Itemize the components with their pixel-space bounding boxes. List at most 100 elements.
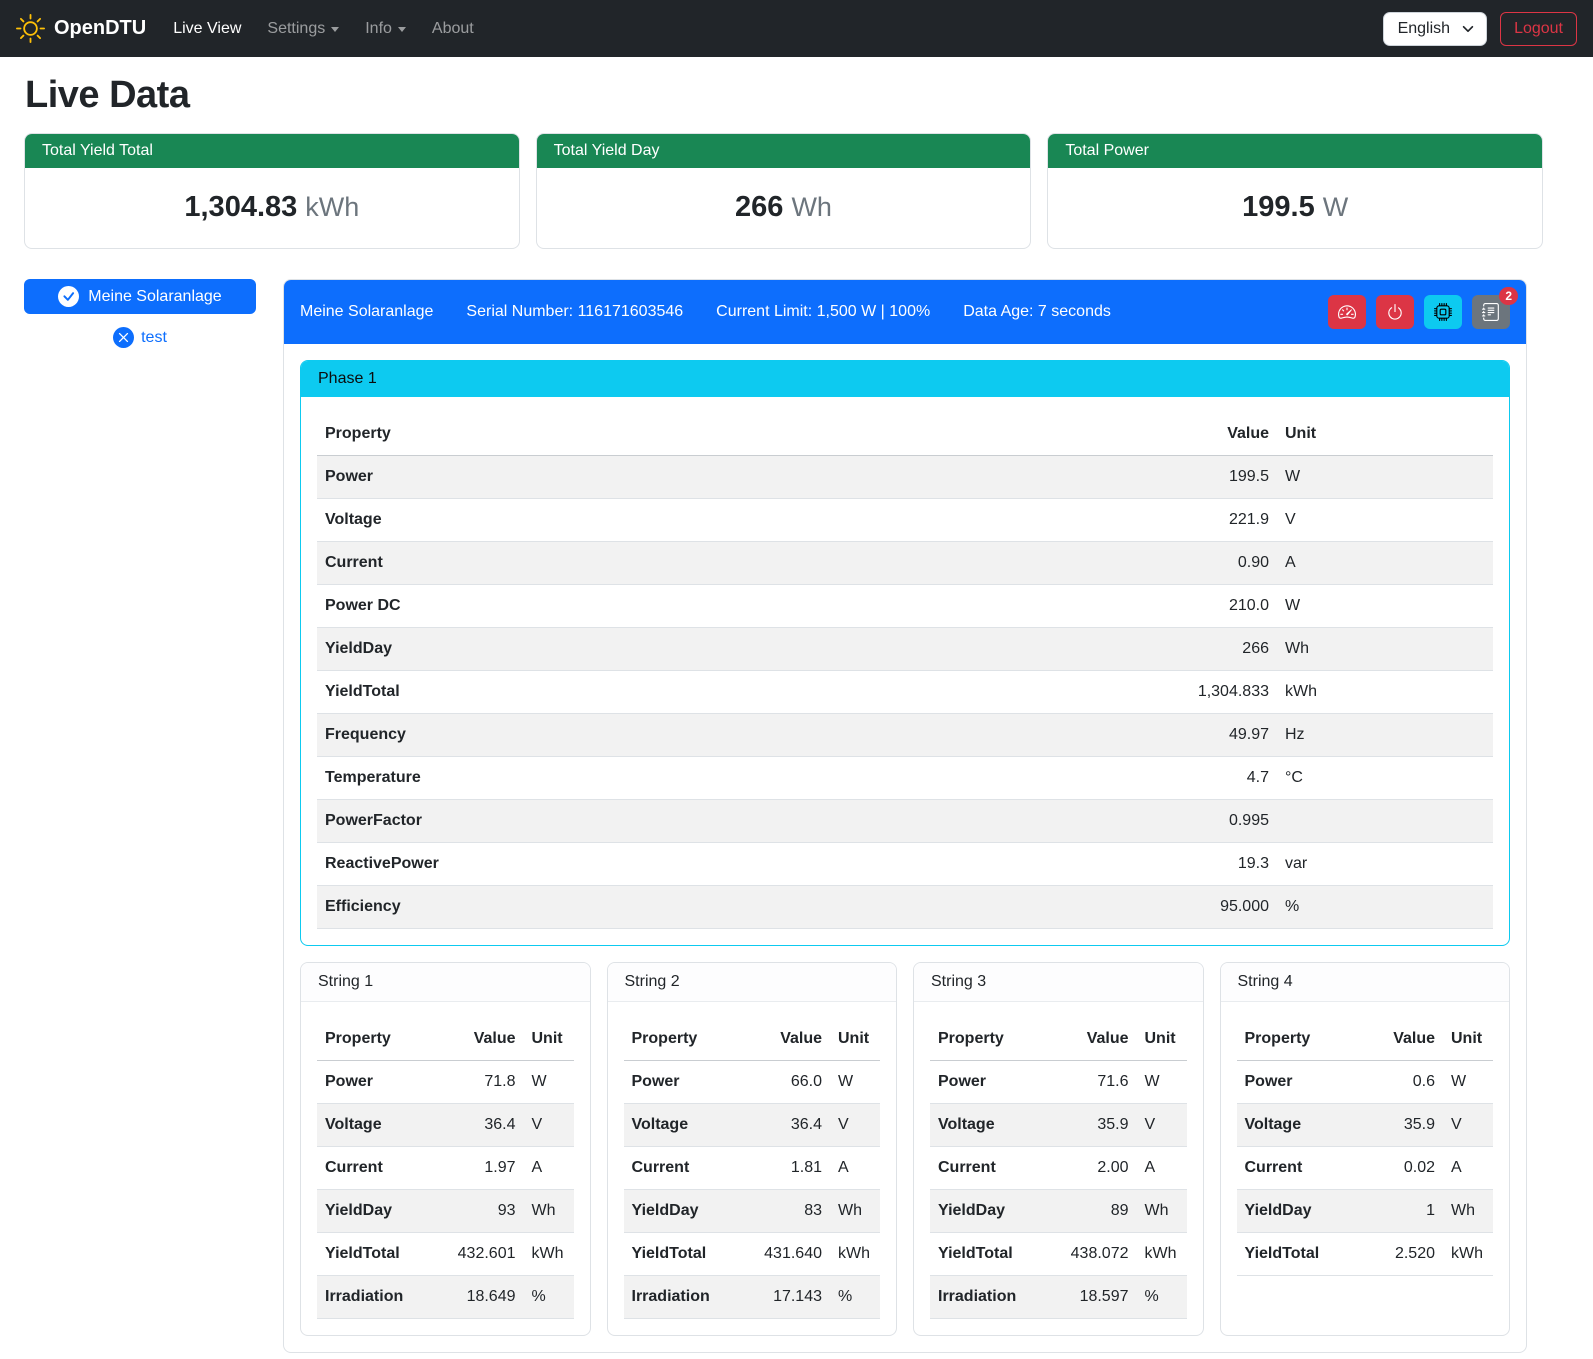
table-row: Frequency49.97Hz bbox=[317, 714, 1493, 757]
unit-cell: kWh bbox=[1137, 1233, 1187, 1276]
value-cell: 71.8 bbox=[440, 1061, 524, 1104]
summary-card-unit: Wh bbox=[791, 192, 832, 222]
string-data-table: PropertyValueUnitPower0.6WVoltage35.9VCu… bbox=[1237, 1018, 1494, 1276]
table-row: YieldTotal2.520kWh bbox=[1237, 1233, 1494, 1276]
string-card-3: String 3 PropertyValueUnitPower71.6WVolt… bbox=[913, 962, 1204, 1336]
string-card-title: String 4 bbox=[1221, 963, 1510, 1002]
main-nav: Live View Settings Info About bbox=[160, 12, 487, 46]
phase-data-table: PropertyValueUnitPower199.5WVoltage221.9… bbox=[317, 413, 1493, 929]
string-card-4: String 4 PropertyValueUnitPower0.6WVolta… bbox=[1220, 962, 1511, 1336]
property-cell: Voltage bbox=[317, 499, 1157, 542]
inverter-select-item-test[interactable]: test bbox=[24, 327, 256, 348]
table-row: YieldTotal1,304.833kWh bbox=[317, 671, 1493, 714]
inverter-limit: Current Limit: 1,500 W | 100% bbox=[716, 303, 930, 321]
value-cell: 49.97 bbox=[1157, 714, 1277, 757]
string-data-table: PropertyValueUnitPower71.8WVoltage36.4VC… bbox=[317, 1018, 574, 1319]
value-cell: 431.640 bbox=[746, 1233, 830, 1276]
value-cell: 35.9 bbox=[1053, 1104, 1137, 1147]
unit-cell: % bbox=[1137, 1276, 1187, 1319]
table-row: Power71.6W bbox=[930, 1061, 1187, 1104]
value-cell: 89 bbox=[1053, 1190, 1137, 1233]
navbar-right: English Logout bbox=[1383, 12, 1577, 46]
table-row: Current0.90A bbox=[317, 542, 1493, 585]
property-cell: YieldDay bbox=[930, 1190, 1053, 1233]
value-cell: 0.02 bbox=[1359, 1147, 1443, 1190]
summary-card-value: 199.5 bbox=[1242, 191, 1315, 223]
value-cell: 221.9 bbox=[1157, 499, 1277, 542]
property-cell: Voltage bbox=[1237, 1104, 1360, 1147]
property-cell: Temperature bbox=[317, 757, 1157, 800]
inverter-action-buttons: 2 bbox=[1328, 295, 1510, 329]
value-cell: 199.5 bbox=[1157, 456, 1277, 499]
property-cell: Irradiation bbox=[624, 1276, 747, 1319]
summary-card-unit: W bbox=[1323, 192, 1348, 222]
value-cell: 1,304.833 bbox=[1157, 671, 1277, 714]
unit-cell: V bbox=[1443, 1104, 1493, 1147]
property-cell: Voltage bbox=[624, 1104, 747, 1147]
table-row: Temperature4.7°C bbox=[317, 757, 1493, 800]
value-cell: 0.6 bbox=[1359, 1061, 1443, 1104]
unit-cell: Wh bbox=[524, 1190, 574, 1233]
power-button[interactable] bbox=[1376, 295, 1414, 329]
value-cell: 71.6 bbox=[1053, 1061, 1137, 1104]
table-row: YieldTotal431.640kWh bbox=[624, 1233, 881, 1276]
unit-cell: V bbox=[524, 1104, 574, 1147]
nav-item-settings[interactable]: Settings bbox=[254, 12, 352, 46]
property-cell: Irradiation bbox=[930, 1276, 1053, 1319]
cpu-icon bbox=[1434, 303, 1452, 321]
language-select[interactable]: English bbox=[1383, 12, 1487, 46]
value-cell: 438.072 bbox=[1053, 1233, 1137, 1276]
top-navbar: OpenDTU Live View Settings Info About En… bbox=[0, 0, 1593, 57]
inverter-name: Meine Solaranlage bbox=[300, 303, 433, 321]
table-row: Voltage36.4V bbox=[624, 1104, 881, 1147]
property-cell: YieldDay bbox=[1237, 1190, 1360, 1233]
dropdown-caret-icon bbox=[398, 27, 406, 32]
summary-card-title: Total Yield Total bbox=[25, 134, 519, 168]
nav-item-about[interactable]: About bbox=[419, 12, 487, 46]
dropdown-caret-icon bbox=[331, 27, 339, 32]
journal-text-icon bbox=[1482, 303, 1500, 321]
event-log-button[interactable]: 2 bbox=[1472, 295, 1510, 329]
value-cell: 1 bbox=[1359, 1190, 1443, 1233]
table-row: Voltage221.9V bbox=[317, 499, 1493, 542]
unit-cell: W bbox=[1443, 1061, 1493, 1104]
value-cell: 1.81 bbox=[746, 1147, 830, 1190]
device-info-button[interactable] bbox=[1424, 295, 1462, 329]
string-card-2: String 2 PropertyValueUnitPower66.0WVolt… bbox=[607, 962, 898, 1336]
phase-panel-title: Phase 1 bbox=[301, 361, 1509, 397]
value-cell: 19.3 bbox=[1157, 843, 1277, 886]
strings-row: String 1 PropertyValueUnitPower71.8WVolt… bbox=[300, 962, 1510, 1336]
inverter-card: Meine Solaranlage Serial Number: 1161716… bbox=[283, 279, 1527, 1353]
app-brand[interactable]: OpenDTU bbox=[16, 14, 146, 43]
table-row: Power66.0W bbox=[624, 1061, 881, 1104]
logout-button[interactable]: Logout bbox=[1500, 12, 1577, 46]
limit-settings-button[interactable] bbox=[1328, 295, 1366, 329]
value-cell: 210.0 bbox=[1157, 585, 1277, 628]
property-cell: YieldDay bbox=[317, 628, 1157, 671]
brand-label: OpenDTU bbox=[54, 17, 146, 40]
nav-item-info[interactable]: Info bbox=[352, 12, 419, 46]
value-cell: 432.601 bbox=[440, 1233, 524, 1276]
inverter-select-button-active[interactable]: Meine Solaranlage bbox=[24, 279, 256, 314]
column-header: Value bbox=[1157, 413, 1277, 456]
inverter-data-age: Data Age: 7 seconds bbox=[963, 303, 1111, 321]
value-cell: 83 bbox=[746, 1190, 830, 1233]
property-cell: YieldTotal bbox=[624, 1233, 747, 1276]
check-circle-icon bbox=[58, 286, 79, 307]
string-card-title: String 2 bbox=[608, 963, 897, 1002]
unit-cell: var bbox=[1277, 843, 1493, 886]
property-cell: Power bbox=[317, 1061, 440, 1104]
table-row: Irradiation18.597% bbox=[930, 1276, 1187, 1319]
unit-cell: V bbox=[830, 1104, 880, 1147]
summary-card-title: Total Yield Day bbox=[537, 134, 1031, 168]
table-row: PowerFactor0.995 bbox=[317, 800, 1493, 843]
column-header: Unit bbox=[830, 1018, 880, 1061]
summary-cards-row: Total Yield Total 1,304.83kWh Total Yiel… bbox=[24, 133, 1543, 249]
table-row: Irradiation17.143% bbox=[624, 1276, 881, 1319]
property-cell: ReactivePower bbox=[317, 843, 1157, 886]
unit-cell bbox=[1277, 800, 1493, 843]
nav-item-live-view[interactable]: Live View bbox=[160, 12, 254, 46]
value-cell: 18.649 bbox=[440, 1276, 524, 1319]
property-cell: Frequency bbox=[317, 714, 1157, 757]
property-cell: Power bbox=[1237, 1061, 1360, 1104]
